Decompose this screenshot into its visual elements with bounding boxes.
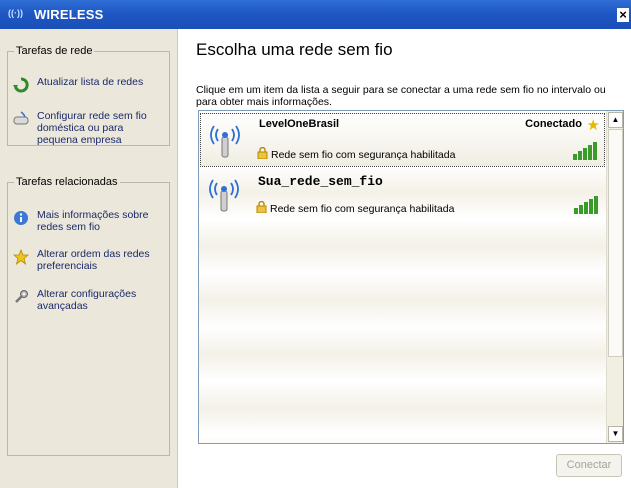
task-advanced-settings[interactable]: Alterar configurações avançadas: [11, 288, 161, 312]
task-label: Alterar configurações avançadas: [37, 288, 137, 312]
network-list-viewport: LevelOneBrasil Conectado ★ Rede sem fio …: [199, 111, 607, 443]
task-refresh-list[interactable]: Atualizar lista de redes: [11, 76, 161, 94]
group-title: Tarefas de rede: [14, 45, 95, 57]
group-title: Tarefas relacionadas: [14, 176, 120, 188]
scroll-down-button[interactable]: ▼: [608, 426, 623, 442]
refresh-icon: [11, 76, 31, 94]
network-item[interactable]: Sua_rede_sem_fio Rede sem fio com segura…: [200, 168, 605, 222]
connection-status: Conectado: [525, 118, 582, 130]
scroll-thumb[interactable]: [608, 129, 623, 357]
task-label: Configurar rede sem fio doméstica ou par…: [37, 110, 147, 146]
close-button[interactable]: ×: [617, 8, 629, 22]
title-bar: ((·)) WIRELESS ×: [0, 0, 631, 29]
settings-icon: [11, 288, 31, 306]
network-list[interactable]: LevelOneBrasil Conectado ★ Rede sem fio …: [198, 110, 624, 444]
signal-strength-icon: [573, 142, 597, 160]
vertical-scrollbar[interactable]: ▲ ▼: [606, 111, 623, 443]
window-title: WIRELESS: [34, 7, 104, 22]
info-icon: [11, 209, 31, 227]
task-label: Atualizar lista de redes: [37, 76, 144, 88]
security-text: Rede sem fio com segurança habilitada: [271, 149, 456, 161]
task-more-info[interactable]: Mais informações sobre redes sem fio: [11, 209, 161, 233]
wizard-icon: [11, 110, 31, 128]
lock-icon: [256, 200, 267, 216]
signal-strength-icon: [574, 196, 598, 214]
task-pane: Tarefas de rede Atualizar lista de redes…: [0, 29, 178, 488]
instructions-text: Clique em um item da lista a seguir para…: [196, 84, 606, 108]
connect-button[interactable]: Conectar: [556, 454, 622, 477]
task-setup-network[interactable]: Configurar rede sem fio doméstica ou par…: [11, 110, 161, 146]
star-icon: [11, 248, 31, 266]
network-item[interactable]: LevelOneBrasil Conectado ★ Rede sem fio …: [200, 113, 605, 167]
task-label: Alterar ordem das redes preferenciais: [37, 248, 150, 272]
network-name: LevelOneBrasil: [259, 118, 340, 130]
page-title: Escolha uma rede sem fio: [196, 40, 393, 59]
task-change-order[interactable]: Alterar ordem das redes preferenciais: [11, 248, 161, 272]
wireless-network-icon: [210, 125, 240, 158]
lock-icon: [257, 146, 268, 162]
scroll-up-button[interactable]: ▲: [608, 112, 623, 128]
task-label: Mais informações sobre redes sem fio: [37, 209, 149, 233]
security-text: Rede sem fio com segurança habilitada: [270, 203, 455, 215]
wireless-icon: ((·)): [8, 8, 23, 18]
preferred-star-icon: ★: [586, 117, 600, 134]
wireless-network-icon: [209, 179, 239, 212]
network-name: Sua_rede_sem_fio: [258, 174, 383, 189]
